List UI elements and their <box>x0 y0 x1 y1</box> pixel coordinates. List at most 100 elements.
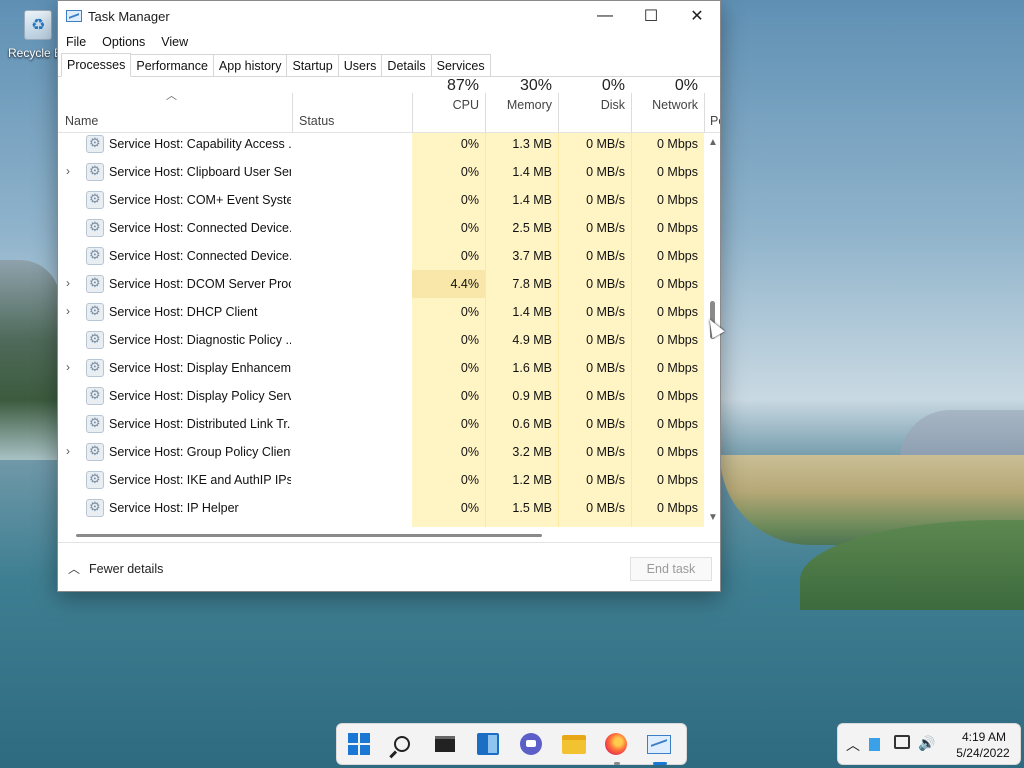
search-button[interactable] <box>386 727 418 761</box>
process-network: 0 Mbps <box>657 193 698 207</box>
column-divider[interactable] <box>704 93 705 132</box>
column-header-status[interactable]: Status <box>299 114 334 128</box>
process-memory: 1.4 MB <box>512 193 552 207</box>
fewer-details-label: Fewer details <box>89 561 164 576</box>
process-cpu: 0% <box>460 417 479 431</box>
process-cpu: 0% <box>460 165 479 179</box>
column-divider[interactable] <box>485 93 486 132</box>
file-explorer-button[interactable] <box>557 727 589 761</box>
network-icon[interactable] <box>894 735 910 749</box>
table-row[interactable]: › Service Host: DHCP Client 0% 1.4 MB 0 MB/s… <box>58 298 706 326</box>
process-memory: 3.7 MB <box>512 249 552 263</box>
tab-services[interactable]: Services <box>430 54 491 76</box>
table-row[interactable]: Service Host: COM+ Event Syste... 0% 1.4 M… <box>58 186 706 214</box>
chat-button[interactable] <box>515 727 547 761</box>
process-name: Service Host: IKE and AuthIP IPs... <box>109 473 291 487</box>
disk-total-percent: 0% <box>601 77 625 94</box>
table-row[interactable]: Service Host: Capability Access ... 0% 1.3… <box>58 133 706 158</box>
column-header-network[interactable]: 0% Network <box>636 77 698 112</box>
task-view-icon <box>434 736 455 752</box>
process-network: 0 Mbps <box>657 249 698 263</box>
tab-details[interactable]: Details <box>381 54 432 76</box>
column-header-memory[interactable]: 30% Memory <box>488 77 552 112</box>
process-name: Service Host: Group Policy Client <box>109 445 291 459</box>
table-row[interactable]: Service Host: Diagnostic Policy ... 0% 4.9… <box>58 326 706 354</box>
end-task-button[interactable]: End task <box>630 557 712 581</box>
process-network: 0 Mbps <box>657 137 698 151</box>
service-gear-icon <box>86 219 104 237</box>
table-row[interactable]: › Service Host: DCOM Server Proc... 4.4% 7.… <box>58 270 706 298</box>
table-row[interactable]: Service Host: Connected Device... 0% 3.7 M… <box>58 242 706 270</box>
tab-performance[interactable]: Performance <box>130 54 214 76</box>
menu-view[interactable]: View <box>161 35 188 49</box>
table-row[interactable]: Service Host: Distributed Link Tr... 0% 0.… <box>58 410 706 438</box>
tab-startup[interactable]: Startup <box>286 54 339 76</box>
process-disk: 0 MB/s <box>586 137 625 151</box>
process-disk: 0 MB/s <box>586 333 625 347</box>
process-memory: 2.5 MB <box>512 221 552 235</box>
expand-chevron-icon[interactable]: › <box>66 444 70 458</box>
table-row[interactable]: › Service Host: Clipboard User Ser... 0% 1.… <box>58 158 706 186</box>
service-gear-icon <box>86 499 104 517</box>
process-disk: 0 MB/s <box>586 165 625 179</box>
chat-icon <box>519 733 542 755</box>
table-row[interactable]: Service Host: IKE and AuthIP IPs... 0% 1.2… <box>58 466 706 494</box>
service-gear-icon <box>86 303 104 321</box>
process-name: Service Host: IP Helper <box>109 501 239 515</box>
table-row[interactable]: Service Host: IP Helper 0% 1.5 MB 0 MB/s 0 M… <box>58 494 706 522</box>
tab-users[interactable]: Users <box>337 54 383 76</box>
minimize-button[interactable]: — <box>582 1 628 31</box>
menu-bar: File Options View <box>58 31 720 53</box>
table-row[interactable]: Service Host: Connected Device... 0% 2.5 M… <box>58 214 706 242</box>
clock-date[interactable]: 5/24/2022 <box>948 746 1018 760</box>
expand-chevron-icon[interactable]: › <box>66 276 70 290</box>
horizontal-scrollbar[interactable] <box>58 527 720 543</box>
network-label: Network <box>652 98 698 112</box>
process-cpu: 0% <box>460 193 479 207</box>
service-gear-icon <box>86 387 104 405</box>
window-title: Task Manager <box>88 8 170 24</box>
column-header-power[interactable]: Po <box>710 114 720 128</box>
horizontal-scroll-thumb[interactable] <box>76 534 542 537</box>
process-name: Service Host: Connected Device... <box>109 249 291 263</box>
table-row[interactable]: › Service Host: Display Enhancem... 0% 1.6 … <box>58 354 706 382</box>
scroll-down-icon[interactable]: ▼ <box>708 512 718 523</box>
tab-processes[interactable]: Processes <box>61 53 132 77</box>
service-gear-icon <box>86 135 104 153</box>
disk-label: Disk <box>600 98 625 112</box>
process-network: 0 Mbps <box>657 445 698 459</box>
task-manager-taskbar-button[interactable] <box>643 727 675 765</box>
menu-options[interactable]: Options <box>102 35 145 49</box>
close-button[interactable]: ✕ <box>674 1 720 31</box>
fewer-details-button[interactable]: ︿ Fewer details <box>68 560 163 577</box>
table-row[interactable]: Service Host: Display Policy Serv... 0% 0.… <box>58 382 706 410</box>
title-bar[interactable]: Task Manager — ☐ ✕ <box>58 1 720 31</box>
expand-chevron-icon[interactable]: › <box>66 360 70 374</box>
firefox-button[interactable] <box>600 727 632 765</box>
column-header-disk[interactable]: 0% Disk <box>563 77 625 112</box>
widgets-button[interactable] <box>472 727 504 761</box>
widgets-icon <box>476 733 499 755</box>
chevron-up-icon: ︿ <box>68 562 81 576</box>
column-divider[interactable] <box>558 93 559 132</box>
column-divider[interactable] <box>412 93 413 132</box>
expand-chevron-icon[interactable]: › <box>66 164 70 178</box>
expand-chevron-icon[interactable]: › <box>66 304 70 318</box>
tray-app-icon[interactable] <box>869 738 880 751</box>
table-row[interactable]: › Service Host: Group Policy Client 0% 3.2 … <box>58 438 706 466</box>
column-divider[interactable] <box>292 93 293 132</box>
task-view-button[interactable] <box>429 727 461 761</box>
maximize-button[interactable]: ☐ <box>628 1 674 31</box>
tab-app-history[interactable]: App history <box>212 54 288 76</box>
process-name: Service Host: Display Policy Serv... <box>109 389 291 403</box>
show-hidden-icons-icon[interactable]: ︿ <box>846 735 860 755</box>
start-button[interactable] <box>343 727 375 761</box>
volume-icon[interactable]: 🔊 <box>918 735 935 752</box>
menu-file[interactable]: File <box>66 35 86 49</box>
scroll-up-icon[interactable]: ▲ <box>708 137 718 148</box>
process-cpu: 0% <box>460 333 479 347</box>
column-header-cpu[interactable]: 87% CPU <box>418 77 479 112</box>
column-divider[interactable] <box>631 93 632 132</box>
column-header-name[interactable]: Name <box>65 114 98 128</box>
clock-time[interactable]: 4:19 AM <box>954 730 1014 744</box>
